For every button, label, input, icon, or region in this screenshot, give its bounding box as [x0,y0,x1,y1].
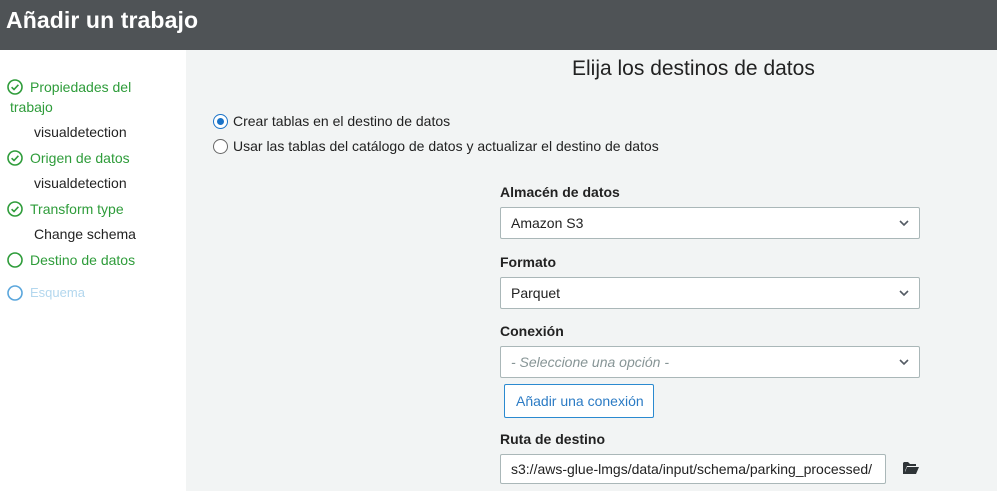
sidebar-step-label: Destino de datos [30,252,136,268]
sidebar-step-sub: visualdetection [34,175,127,191]
format-select[interactable]: Parquet [500,277,920,309]
store-label: Almacén de datos [500,184,620,200]
sidebar-step-label: Origen de datos [30,150,130,166]
select-value: Amazon S3 [511,215,584,231]
check-circle-icon [7,201,23,217]
radio-label: Usar las tablas del catálogo de datos y … [233,138,659,154]
radio-label: Crear tablas en el destino de datos [233,113,451,129]
chevron-down-icon [899,220,909,227]
radio-unchecked-icon[interactable] [213,138,228,154]
sidebar-step-sub: Change schema [34,226,136,242]
sidebar-step-data-target[interactable]: Destino de datos [7,250,157,270]
format-label: Formato [500,254,556,270]
empty-circle-icon [7,252,23,268]
folder-open-icon[interactable] [902,460,920,476]
connection-select[interactable]: - Seleccione una opción - [500,346,920,378]
sidebar-step-label: Propiedades del [30,79,132,95]
main-panel: Elija los destinos de datos Crear tablas… [186,50,997,491]
radio-checked-icon[interactable] [213,113,228,129]
wizard-sidebar: Propiedades del trabajo visualdetection … [0,50,186,491]
chevron-down-icon [899,290,909,297]
connection-label: Conexión [500,323,564,339]
sidebar-step-label-continued: trabajo [10,99,53,115]
sidebar-step-sub: visualdetection [34,124,127,140]
select-value: Parquet [511,285,561,301]
sidebar-step-data-source[interactable]: Origen de datos [7,148,157,168]
empty-circle-icon [7,285,23,301]
select-placeholder: - Seleccione una opción - [511,354,669,370]
data-store-select[interactable]: Amazon S3 [500,207,920,239]
radio-use-catalog-tables[interactable]: Usar las tablas del catálogo de datos y … [213,138,659,154]
sidebar-step-schema: Esquema [7,283,157,303]
sidebar-step-label: Esquema [30,285,85,300]
chevron-down-icon [899,359,909,366]
sidebar-step-transform-type[interactable]: Transform type [7,199,157,219]
section-title: Elija los destinos de datos [572,57,815,80]
target-path-input[interactable]: s3://aws-glue-lmgs/data/input/schema/par… [500,454,886,484]
add-connection-button[interactable]: Añadir una conexión [504,384,654,418]
target-path-label: Ruta de destino [500,431,606,447]
check-circle-icon [7,150,23,166]
radio-create-tables[interactable]: Crear tablas en el destino de datos [213,113,450,129]
page-header: Añadir un trabajo [0,0,997,50]
sidebar-step-label: Transform type [30,201,124,217]
page-title: Añadir un trabajo [6,7,199,33]
sidebar-step-job-properties[interactable]: Propiedades del [7,77,157,97]
check-circle-icon [7,79,23,95]
